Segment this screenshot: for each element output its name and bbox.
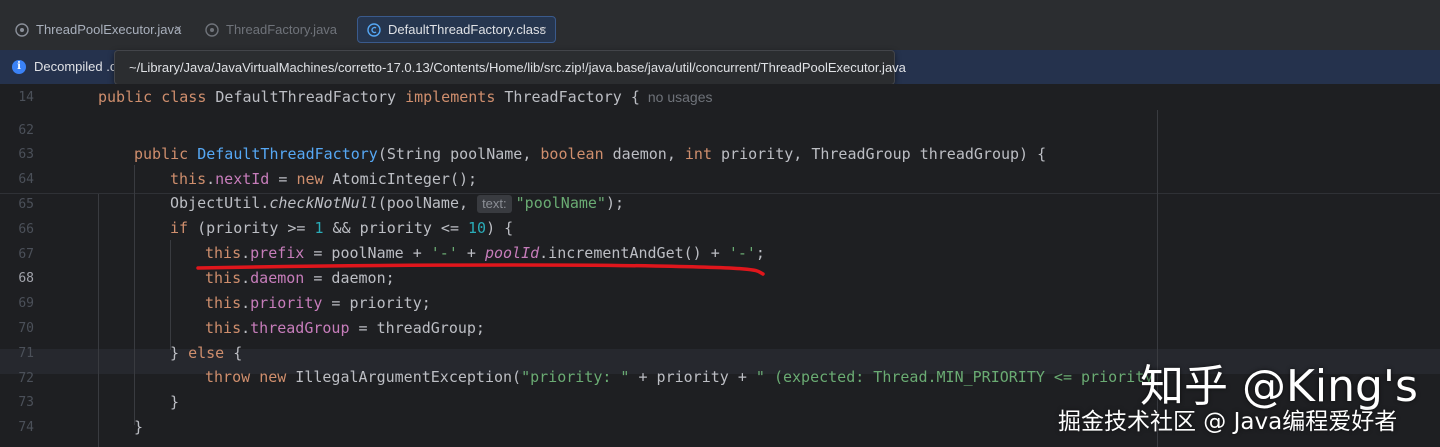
line-number: 70 [18, 321, 34, 336]
tab-label: ThreadFactory.java [226, 22, 338, 37]
code-line-66: if (priority >= 1 && priority <= 10) { [170, 219, 514, 237]
code-line-65: ObjectUtil.checkNotNull(poolName, text: "… [170, 194, 625, 213]
line-number: 66 [18, 222, 34, 237]
usage-hint: no usages [647, 89, 713, 105]
line-number: 62 [18, 123, 34, 138]
line-number: 69 [18, 296, 34, 311]
line-number: 63 [18, 147, 34, 162]
code-line-64: this.nextId = new AtomicInteger(); [170, 170, 478, 188]
line-number: 67 [18, 247, 34, 262]
code-line-14: public class DefaultThreadFactory implem… [98, 88, 713, 106]
file-path-tooltip: ~/Library/Java/JavaVirtualMachines/corre… [114, 50, 906, 85]
tooltip-path: ~/Library/Java/JavaVirtualMachines/corre… [129, 60, 906, 75]
tab-defaultthreadfactory[interactable]: DefaultThreadFactory.class × [357, 16, 556, 43]
info-icon: i [12, 60, 26, 74]
line-number: 73 [18, 395, 34, 410]
banner-text: Decompiled .c [34, 59, 117, 74]
class-file-icon [366, 22, 382, 38]
tab-label: DefaultThreadFactory.class [388, 22, 546, 37]
line-number: 14 [18, 90, 34, 105]
tab-label: ThreadPoolExecutor.java [36, 22, 182, 37]
code-line-72: throw new IllegalArgumentException("prio… [205, 368, 1154, 386]
line-number: 64 [18, 172, 34, 187]
code-line-74: } [134, 418, 144, 436]
watermark-juejin: 掘金技术社区 @ Java编程爱好者 [1058, 409, 1398, 435]
tab-threadfactory[interactable]: ThreadFactory.java [196, 16, 346, 43]
line-number: 65 [18, 197, 34, 212]
tab-threadpoolexecutor[interactable]: ThreadPoolExecutor.java × [6, 16, 190, 43]
code-line-69: this.priority = priority; [205, 294, 431, 312]
editor-tab-bar: ThreadPoolExecutor.java × ThreadFactory.… [0, 0, 1440, 50]
java-file-icon [204, 22, 220, 38]
indent-guide [98, 194, 99, 447]
java-file-icon [14, 22, 30, 38]
line-number: 74 [18, 420, 34, 435]
code-line-70: this.threadGroup = threadGroup; [205, 319, 485, 337]
parameter-hint: text: [477, 195, 512, 213]
code-line-73: } [170, 393, 180, 411]
indent-guide [134, 165, 135, 425]
code-line-68: this.daemon = daemon; [205, 269, 395, 287]
close-icon[interactable]: × [539, 22, 547, 37]
code-line-63: public DefaultThreadFactory(String poolN… [134, 145, 1047, 163]
code-line-71: } else { [170, 344, 243, 362]
line-number: 68 [18, 271, 34, 286]
line-number: 71 [18, 346, 34, 361]
indent-guide [170, 240, 171, 350]
line-number: 72 [18, 371, 34, 386]
close-icon[interactable]: × [174, 21, 182, 36]
